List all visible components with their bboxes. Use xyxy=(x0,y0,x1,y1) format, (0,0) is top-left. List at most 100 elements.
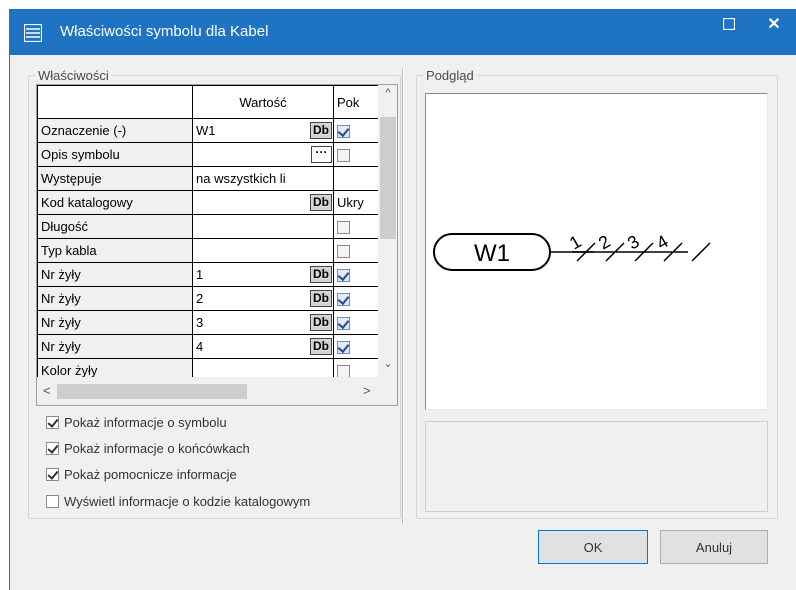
option-checkbox[interactable]: Pokaż pomocnicze informacje xyxy=(46,467,237,482)
close-button[interactable]: ✕ xyxy=(751,9,796,39)
grid-cell-show[interactable]: Ukry xyxy=(333,190,378,215)
grid-cell-show[interactable] xyxy=(333,286,378,311)
preview-legend: Podgląd xyxy=(423,68,477,83)
grid-cell-value[interactable]: na wszystkich li xyxy=(192,166,334,191)
title-bar: Właściwości symbolu dla Kabel ✕ xyxy=(10,9,796,55)
grid-header-row: Wartość Pok xyxy=(37,85,378,119)
grid-cell-value-text: 2 xyxy=(196,291,204,306)
grid-cell-value[interactable] xyxy=(192,214,334,239)
grid-cell-value[interactable] xyxy=(192,358,334,377)
checkbox-icon[interactable] xyxy=(46,442,59,455)
grid-cell-value[interactable] xyxy=(192,238,334,263)
grid-row[interactable]: Nr żyły 2 Db xyxy=(37,286,378,311)
db-button[interactable]: Db xyxy=(310,194,332,211)
grid-row[interactable]: Nr żyły 1 Db xyxy=(37,262,378,287)
scrollbar-corner xyxy=(378,377,397,405)
grid-cell-name[interactable]: Nr żyły xyxy=(37,262,193,287)
grid-row[interactable]: Opis symbolu ··· xyxy=(37,142,378,167)
grid-cell-show[interactable] xyxy=(333,238,378,263)
grid-cell-show[interactable] xyxy=(333,166,378,191)
browse-button[interactable]: ··· xyxy=(311,146,332,163)
grid-cell-show[interactable] xyxy=(333,310,378,335)
horizontal-scroll-thumb[interactable] xyxy=(57,384,247,399)
option-label: Wyświetl informacje o kodzie katalogowym xyxy=(64,494,311,509)
grid-cell-name[interactable]: Nr żyły xyxy=(37,334,193,359)
grid-row[interactable]: Nr żyły 4 Db xyxy=(37,334,378,359)
grid-cell-name[interactable]: Długość xyxy=(37,214,193,239)
grid-row[interactable]: Kolor żyły xyxy=(37,358,378,377)
grid-cell-value[interactable]: 3 Db xyxy=(192,310,334,335)
wire-number: 4 xyxy=(653,231,672,253)
close-icon: ✕ xyxy=(767,16,781,33)
show-checkbox[interactable] xyxy=(337,149,350,163)
grid-row[interactable]: Kod katalogowy Db Ukry xyxy=(37,190,378,215)
grid-cell-value-text: 4 xyxy=(196,339,204,354)
grid-cell-value[interactable]: W1 Db xyxy=(192,118,334,143)
grid-cell-name[interactable]: Opis symbolu xyxy=(37,142,193,167)
db-button[interactable]: Db xyxy=(310,338,332,355)
grid-cell-show[interactable] xyxy=(333,142,378,167)
grid-cell-value[interactable]: 2 Db xyxy=(192,286,334,311)
grid-row[interactable]: Typ kabla xyxy=(37,238,378,263)
db-button[interactable]: Db xyxy=(310,314,332,331)
checkbox-icon[interactable] xyxy=(46,495,59,508)
grid-cell-name[interactable]: Występuje xyxy=(37,166,193,191)
preview-canvas: W1 1234 xyxy=(425,93,768,410)
db-button[interactable]: Db xyxy=(310,266,332,283)
vertical-scrollbar[interactable]: ^ ⌄ xyxy=(378,85,397,377)
show-checkbox[interactable] xyxy=(337,341,350,355)
show-checkbox[interactable] xyxy=(337,221,350,235)
properties-grid[interactable]: Wartość Pok Oznaczenie (-) W1 Db Opis symbo… xyxy=(36,84,398,406)
show-checkbox[interactable] xyxy=(337,293,350,307)
wire-number: 2 xyxy=(595,231,614,253)
info-box xyxy=(425,421,768,512)
scroll-left-icon[interactable]: < xyxy=(43,383,51,398)
grid-cell-value-text: 3 xyxy=(196,315,204,330)
option-checkbox[interactable]: Pokaż informacje o końcówkach xyxy=(46,441,250,456)
checkbox-icon[interactable] xyxy=(46,468,59,481)
grid-cell-show[interactable] xyxy=(333,118,378,143)
grid-row[interactable]: Nr żyły 3 Db xyxy=(37,310,378,335)
grid-cell-value[interactable]: Db xyxy=(192,190,334,215)
grid-row[interactable]: Długość xyxy=(37,214,378,239)
grid-row[interactable]: Oznaczenie (-) W1 Db xyxy=(37,118,378,143)
wire-end-tick xyxy=(691,242,711,262)
grid-cell-name[interactable]: Nr żyły xyxy=(37,310,193,335)
grid-cell-name[interactable]: Kolor żyły xyxy=(37,358,193,377)
show-checkbox[interactable] xyxy=(337,317,350,331)
option-label: Pokaż pomocnicze informacje xyxy=(64,467,237,482)
grid-cell-show[interactable] xyxy=(333,214,378,239)
grid-cell-show[interactable] xyxy=(333,262,378,287)
grid-cell-name[interactable]: Nr żyły xyxy=(37,286,193,311)
db-button[interactable]: Db xyxy=(310,122,332,139)
window-title: Właściwości symbolu dla Kabel xyxy=(60,23,269,40)
ok-button[interactable]: OK xyxy=(538,530,648,564)
grid-cell-name[interactable]: Typ kabla xyxy=(37,238,193,263)
scroll-right-icon[interactable]: > xyxy=(363,383,371,398)
horizontal-scrollbar[interactable]: < > xyxy=(37,377,378,405)
grid-cell-value[interactable]: ··· xyxy=(192,142,334,167)
grid-cell-value[interactable]: 4 Db xyxy=(192,334,334,359)
option-checkbox[interactable]: Pokaż informacje o symbolu xyxy=(46,415,227,430)
grid-header-show: Pok xyxy=(333,85,378,119)
show-checkbox[interactable] xyxy=(337,365,350,377)
grid-cell-show[interactable] xyxy=(333,358,378,377)
db-button[interactable]: Db xyxy=(310,290,332,307)
grid-cell-name[interactable]: Oznaczenie (-) xyxy=(37,118,193,143)
checkbox-icon[interactable] xyxy=(46,416,59,429)
vertical-scroll-thumb[interactable] xyxy=(380,117,396,239)
grid-header-name xyxy=(37,85,193,119)
maximize-button[interactable] xyxy=(706,9,752,39)
show-checkbox[interactable] xyxy=(337,245,350,259)
grid-cell-show[interactable] xyxy=(333,334,378,359)
grid-row[interactable]: Występuje na wszystkich li xyxy=(37,166,378,191)
option-checkbox[interactable]: Wyświetl informacje o kodzie katalogowym xyxy=(46,494,310,509)
grid-cell-value[interactable]: 1 Db xyxy=(192,262,334,287)
scroll-up-icon[interactable]: ^ xyxy=(378,87,397,99)
show-checkbox[interactable] xyxy=(337,125,350,139)
wire-number: 1 xyxy=(566,231,585,253)
grid-cell-name[interactable]: Kod katalogowy xyxy=(37,190,193,215)
scroll-down-icon[interactable]: ⌄ xyxy=(378,357,397,370)
cancel-button[interactable]: Anuluj xyxy=(660,530,768,564)
show-checkbox[interactable] xyxy=(337,269,350,283)
